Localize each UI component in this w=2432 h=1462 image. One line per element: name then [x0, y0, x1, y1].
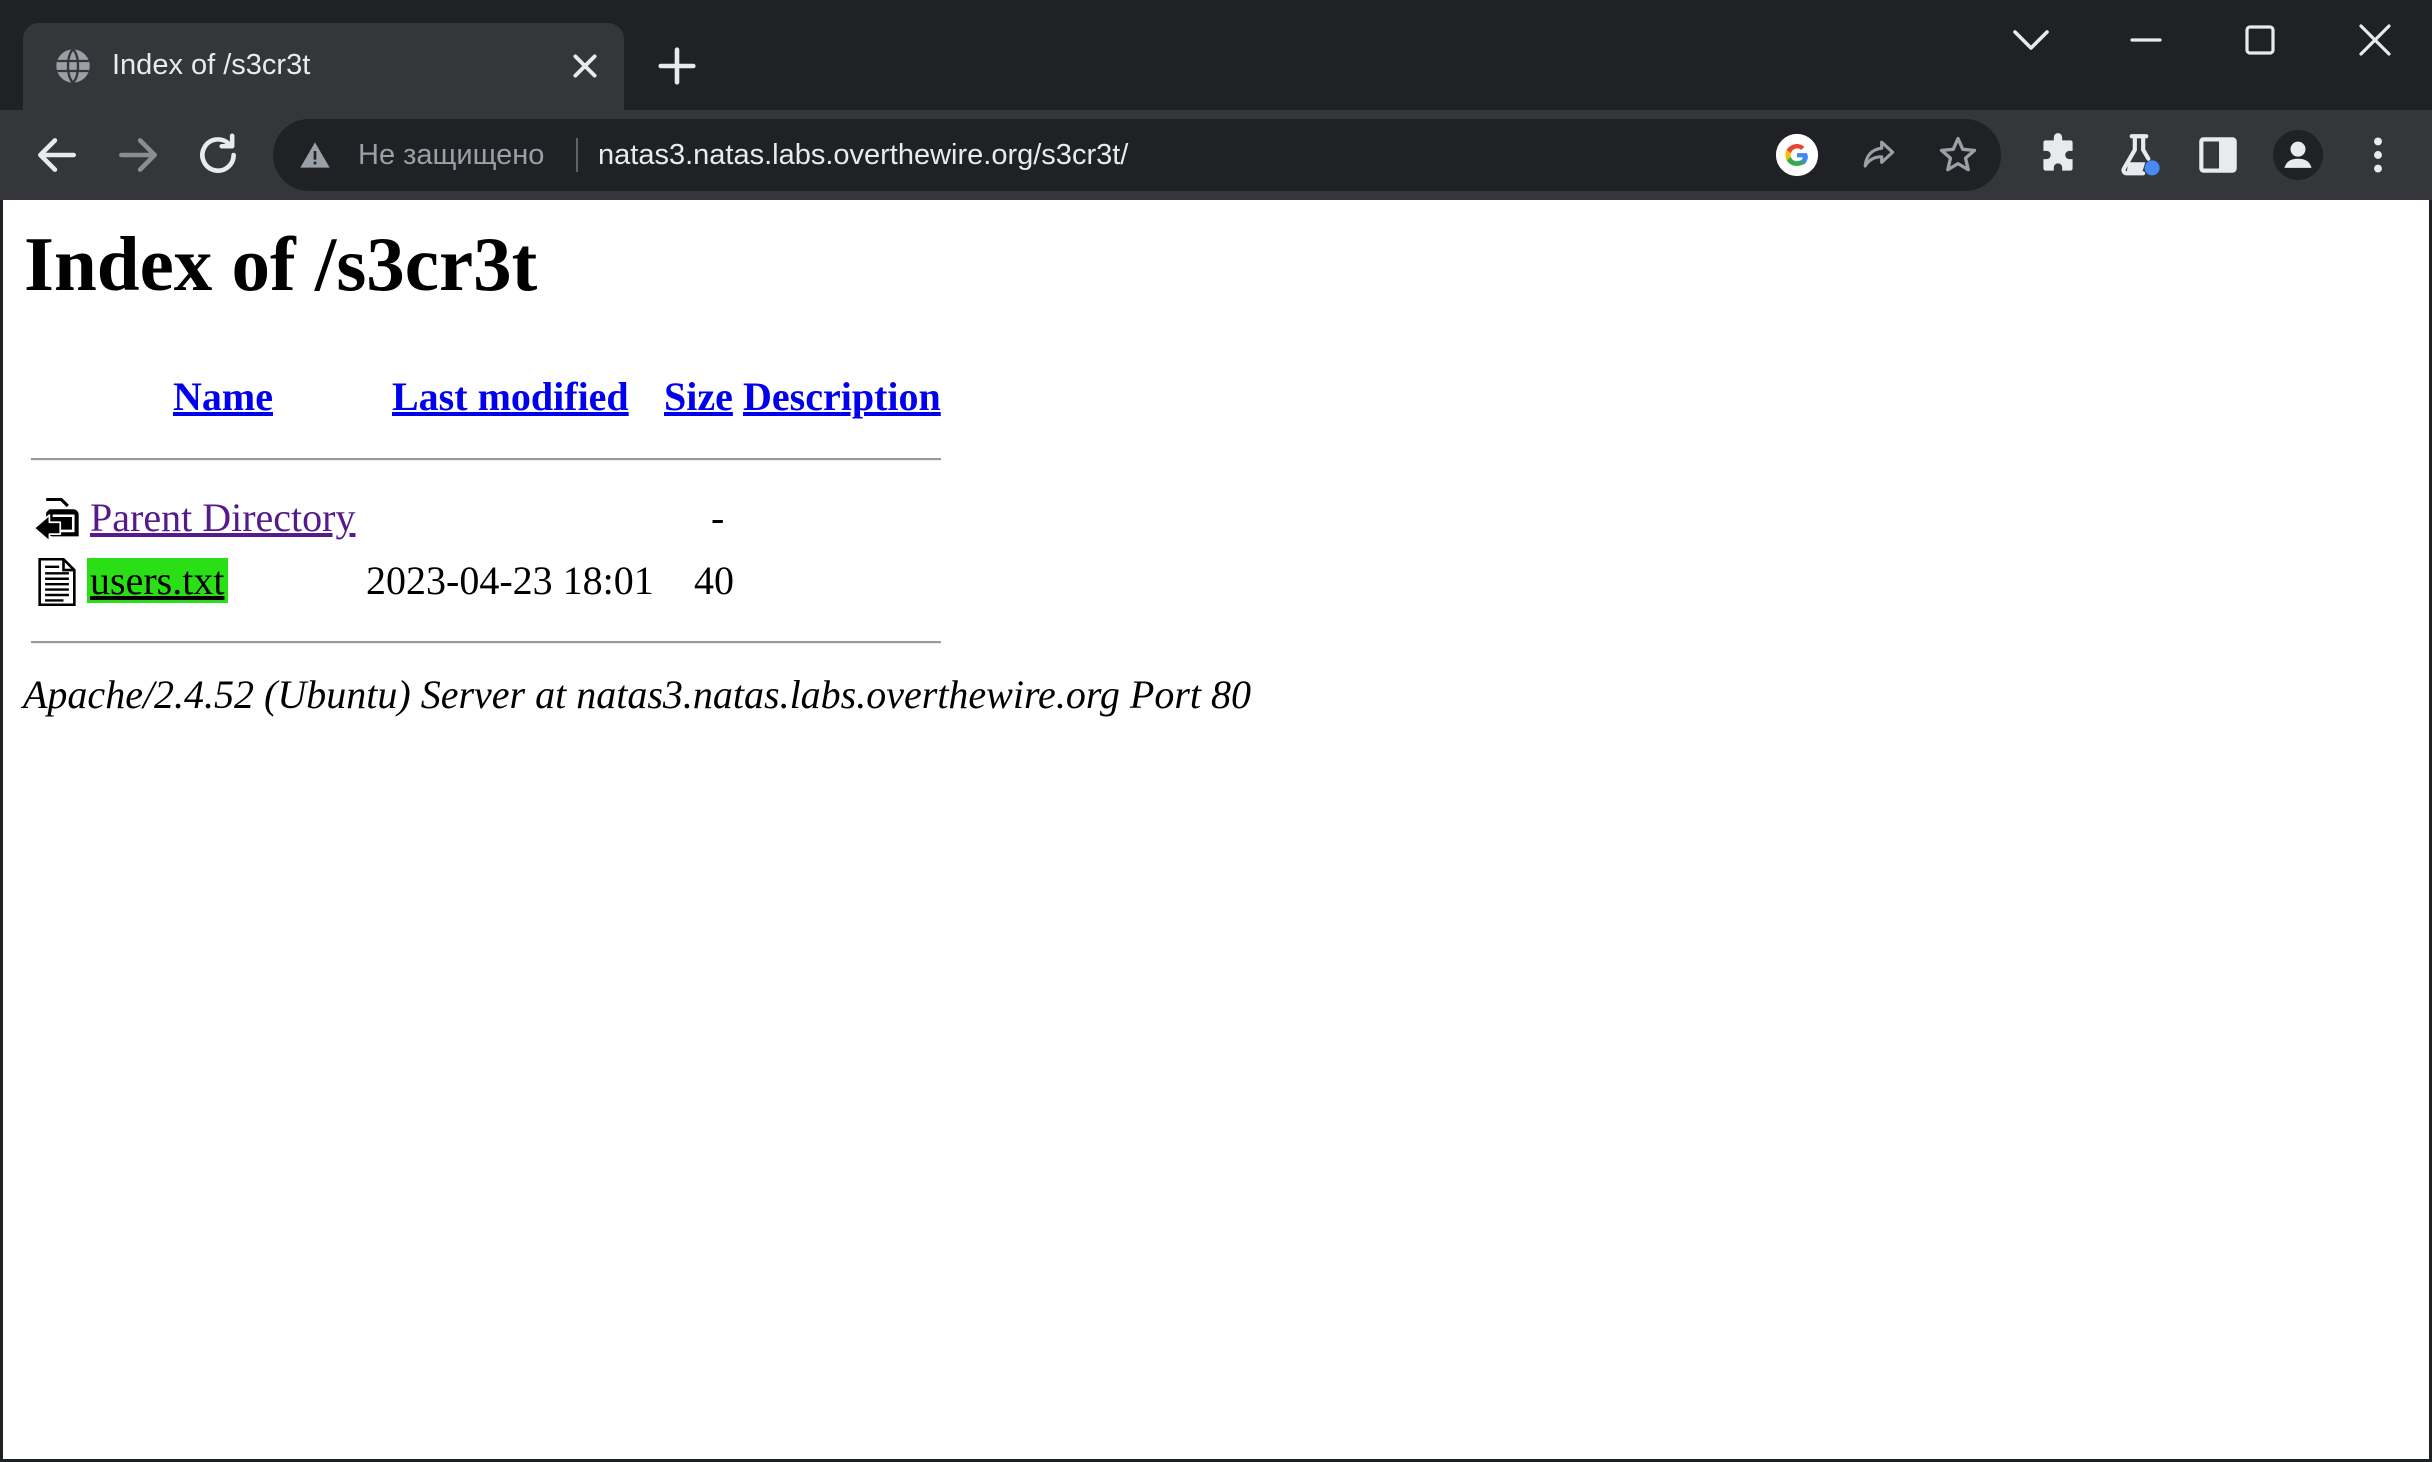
omnibox-divider [576, 138, 578, 172]
tab-strip: Index of /s3cr3t [0, 0, 2432, 110]
footer-divider [31, 641, 941, 644]
column-header-size[interactable]: Size [664, 372, 733, 422]
labs-flask-icon[interactable] [2114, 130, 2164, 180]
page-viewport: Index of /s3cr3t Name Last modified Size… [3, 200, 2429, 1459]
profile-avatar-icon[interactable] [2273, 130, 2323, 180]
parent-directory-back-icon[interactable] [31, 493, 83, 545]
address-bar[interactable]: Не защищено natas3.natas.labs.overthewir… [273, 119, 2001, 191]
header-divider [31, 458, 941, 461]
google-icon[interactable] [1775, 133, 1819, 177]
list-item-last-modified: 2023-04-23 18:01 [366, 558, 654, 603]
browser-window: Index of /s3cr3t Не защищено natas3.nata… [0, 0, 2432, 1462]
security-status-label[interactable]: Не защищено [358, 133, 544, 177]
tab-search-chevron-icon[interactable] [2001, 10, 2061, 70]
tab-title: Index of /s3cr3t [112, 49, 311, 81]
text-file-icon[interactable] [31, 556, 83, 608]
list-item-name[interactable]: users.txt [87, 556, 229, 606]
close-icon[interactable] [564, 45, 606, 87]
url-text[interactable]: natas3.natas.labs.overthewire.org/s3cr3t… [598, 133, 1128, 177]
plus-icon[interactable] [654, 43, 700, 89]
list-item-size: 40 [694, 558, 734, 603]
side-panel-icon[interactable] [2193, 130, 2243, 180]
forward-arrow-icon[interactable] [113, 130, 163, 180]
server-signature: Apache/2.4.52 (Ubuntu) Server at natas3.… [23, 672, 1252, 717]
browser-toolbar: Не защищено natas3.natas.labs.overthewir… [0, 110, 2432, 200]
column-header-description[interactable]: Description [743, 372, 941, 422]
warning-icon[interactable] [299, 140, 331, 170]
share-icon[interactable] [1856, 133, 1900, 177]
globe-icon [56, 48, 90, 84]
star-icon[interactable] [1936, 133, 1980, 177]
maximize-icon[interactable] [2230, 10, 2290, 70]
menu-kebab-icon[interactable] [2353, 130, 2403, 180]
column-header-last-modified[interactable]: Last modified [392, 372, 629, 422]
list-item-size: - [711, 495, 725, 540]
back-arrow-icon[interactable] [32, 130, 82, 180]
extensions-icon[interactable] [2033, 130, 2083, 180]
list-item-name[interactable]: Parent Directory [90, 493, 355, 543]
page-title: Index of /s3cr3t [24, 221, 538, 307]
active-tab[interactable]: Index of /s3cr3t [23, 23, 624, 110]
reload-icon[interactable] [193, 130, 243, 180]
parent-directory-link[interactable]: Parent Directory [90, 495, 355, 540]
column-header-name[interactable]: Name [173, 372, 273, 422]
minimize-icon[interactable] [2116, 10, 2176, 70]
users-txt-link[interactable]: users.txt [87, 558, 229, 603]
close-window-icon[interactable] [2345, 10, 2405, 70]
